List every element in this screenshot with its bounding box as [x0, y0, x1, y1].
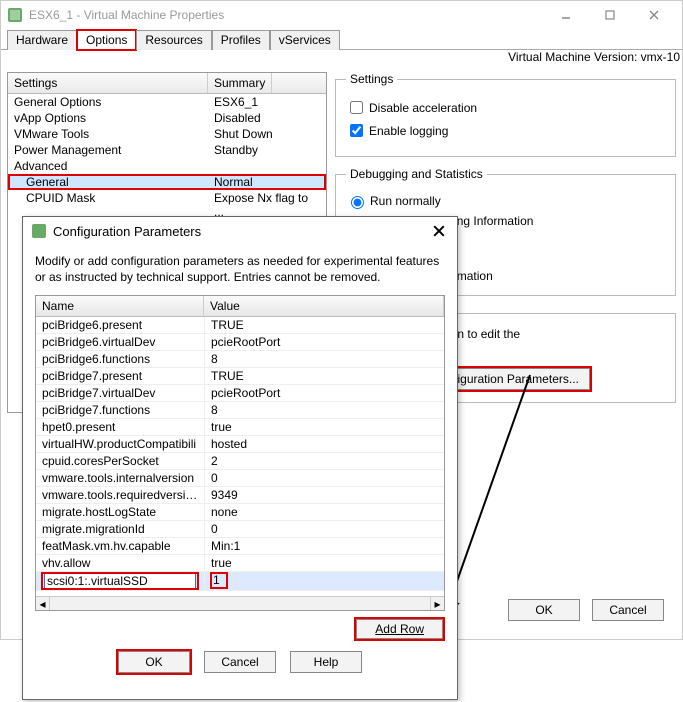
- dialog-cancel-button[interactable]: Cancel: [204, 651, 276, 673]
- param-name: vmware.tools.requiredversion: [36, 487, 204, 503]
- grid-header-value[interactable]: Value: [204, 296, 444, 316]
- param-name: vhv.allow: [36, 555, 204, 571]
- param-value: pcieRootPort: [204, 334, 444, 350]
- config-param-row[interactable]: vmware.tools.internalversion0: [36, 470, 444, 487]
- titlebar: ESX6_1 - Virtual Machine Properties: [1, 1, 682, 29]
- config-param-row[interactable]: pciBridge6.virtualDevpcieRootPort: [36, 334, 444, 351]
- param-name: pciBridge6.virtualDev: [36, 334, 204, 350]
- add-row-button[interactable]: Add Row: [356, 619, 443, 639]
- main-cancel-button[interactable]: Cancel: [592, 599, 664, 621]
- param-value: 8: [204, 402, 444, 418]
- param-value: 0: [204, 521, 444, 537]
- vsphere-icon: [31, 223, 47, 239]
- settings-legend: Settings: [346, 72, 397, 86]
- dialog-close-button[interactable]: [429, 221, 449, 241]
- main-ok-button[interactable]: OK: [508, 599, 580, 621]
- param-name: migrate.hostLogState: [36, 504, 204, 520]
- param-value: TRUE: [204, 368, 444, 384]
- param-value: Min:1: [204, 538, 444, 554]
- dialog-ok-button[interactable]: OK: [118, 651, 190, 673]
- config-param-row[interactable]: pciBridge7.presentTRUE: [36, 368, 444, 385]
- dialog-title: Configuration Parameters: [53, 224, 429, 239]
- param-name: pciBridge7.functions: [36, 402, 204, 418]
- config-param-row[interactable]: featMask.vm.hv.capableMin:1: [36, 538, 444, 555]
- tab-options[interactable]: Options: [77, 30, 136, 50]
- param-value: 9349: [204, 487, 444, 503]
- param-name: featMask.vm.hv.capable: [36, 538, 204, 554]
- config-param-row[interactable]: pciBridge6.presentTRUE: [36, 317, 444, 334]
- opt-row-vapp[interactable]: vApp OptionsDisabled: [8, 110, 326, 126]
- options-header-settings[interactable]: Settings: [8, 73, 208, 93]
- param-name: cpuid.coresPerSocket: [36, 453, 204, 469]
- tab-resources[interactable]: Resources: [136, 30, 211, 50]
- debug-legend: Debugging and Statistics: [346, 167, 487, 181]
- param-value: true: [204, 555, 444, 571]
- disable-accel-input[interactable]: [350, 101, 363, 114]
- config-param-row[interactable]: migrate.migrationId0: [36, 521, 444, 538]
- config-param-row[interactable]: virtualHW.productCompatibilihosted: [36, 436, 444, 453]
- config-param-row[interactable]: hpet0.presenttrue: [36, 419, 444, 436]
- param-value-editing[interactable]: 1: [211, 573, 227, 588]
- config-param-row[interactable]: pciBridge7.functions8: [36, 402, 444, 419]
- param-value: TRUE: [204, 317, 444, 333]
- close-icon: [433, 225, 445, 237]
- disable-accel-checkbox[interactable]: Disable acceleration: [346, 98, 665, 117]
- param-name-input[interactable]: [44, 573, 196, 589]
- config-param-row[interactable]: pciBridge7.virtualDevpcieRootPort: [36, 385, 444, 402]
- settings-group: Settings Disable acceleration Enable log…: [335, 72, 676, 157]
- param-value: pcieRootPort: [204, 385, 444, 401]
- param-name: pciBridge6.functions: [36, 351, 204, 367]
- opt-row-adv-general[interactable]: GeneralNormal: [8, 174, 326, 190]
- grid-hscrollbar[interactable]: ◂ ▸: [36, 596, 444, 610]
- param-value: none: [204, 504, 444, 520]
- config-param-row[interactable]: cpuid.coresPerSocket2: [36, 453, 444, 470]
- tab-bar: Hardware Options Resources Profiles vSer…: [1, 29, 682, 50]
- param-value: 8: [204, 351, 444, 367]
- config-param-row[interactable]: vmware.tools.requiredversion9349: [36, 487, 444, 504]
- opt-row-general-options[interactable]: General OptionsESX6_1: [8, 94, 326, 110]
- param-value: 0: [204, 470, 444, 486]
- tab-profiles[interactable]: Profiles: [212, 30, 270, 50]
- radio-run-normally[interactable]: Run normally: [346, 193, 665, 209]
- dialog-help-button[interactable]: Help: [290, 651, 362, 673]
- opt-row-vmware-tools[interactable]: VMware ToolsShut Down: [8, 126, 326, 142]
- scroll-right-icon[interactable]: ▸: [430, 597, 444, 610]
- param-name: pciBridge7.present: [36, 368, 204, 384]
- window-title: ESX6_1 - Virtual Machine Properties: [29, 8, 544, 22]
- maximize-button[interactable]: [588, 3, 632, 27]
- scroll-left-icon[interactable]: ◂: [36, 597, 50, 610]
- minimize-button[interactable]: [544, 3, 588, 27]
- config-params-dialog: Configuration Parameters Modify or add c…: [22, 216, 458, 700]
- config-param-row-editing[interactable]: 1: [36, 572, 444, 591]
- options-header-summary[interactable]: Summary: [208, 73, 272, 93]
- tab-vservices[interactable]: vServices: [270, 30, 340, 50]
- param-value: true: [204, 419, 444, 435]
- param-name: migrate.migrationId: [36, 521, 204, 537]
- param-name: hpet0.present: [36, 419, 204, 435]
- config-params-grid: Name Value pciBridge6.presentTRUEpciBrid…: [35, 295, 445, 611]
- config-param-row[interactable]: pciBridge6.functions8: [36, 351, 444, 368]
- vsphere-icon: [7, 7, 23, 23]
- param-name: pciBridge7.virtualDev: [36, 385, 204, 401]
- grid-header-name[interactable]: Name: [36, 296, 204, 316]
- config-param-row[interactable]: migrate.hostLogStatenone: [36, 504, 444, 521]
- enable-logging-input[interactable]: [350, 124, 363, 137]
- dialog-intro: Modify or add configuration parameters a…: [35, 253, 445, 285]
- enable-logging-checkbox[interactable]: Enable logging: [346, 121, 665, 140]
- opt-row-power-mgmt[interactable]: Power ManagementStandby: [8, 142, 326, 158]
- param-name: pciBridge6.present: [36, 317, 204, 333]
- config-param-row[interactable]: vhv.allowtrue: [36, 555, 444, 572]
- param-value: hosted: [204, 436, 444, 452]
- param-name: vmware.tools.internalversion: [36, 470, 204, 486]
- param-value: 2: [204, 453, 444, 469]
- tab-hardware[interactable]: Hardware: [7, 30, 77, 50]
- vm-version-label: Virtual Machine Version: vmx-10: [1, 50, 682, 70]
- close-button[interactable]: [632, 3, 676, 27]
- opt-row-advanced[interactable]: Advanced: [8, 158, 326, 174]
- param-name: virtualHW.productCompatibili: [36, 436, 204, 452]
